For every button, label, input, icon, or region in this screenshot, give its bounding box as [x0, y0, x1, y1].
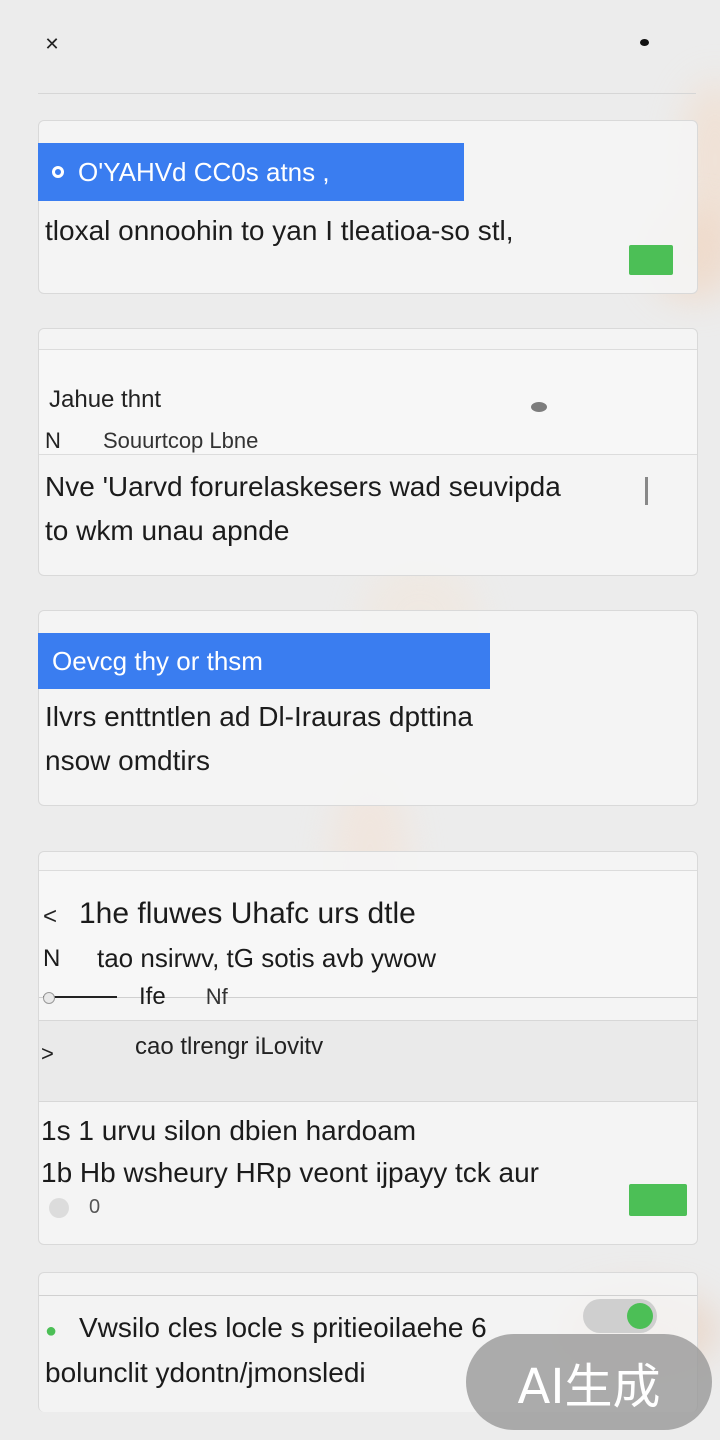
badge-icon: N [45, 428, 61, 453]
slider[interactable] [43, 992, 117, 1004]
body-line: nsow omdtirs [45, 745, 210, 776]
post-card[interactable]: Jahue thnt N Souurtcop Lbne Nve 'Uarvd f… [38, 328, 698, 576]
body-line: ● Vwsilo cles locle s pritieoilaehe 6 [45, 1307, 487, 1352]
body-line: bolunclit ydontn/jmonsledi [45, 1357, 366, 1388]
divider [39, 1295, 697, 1296]
top-bar: ✕ [0, 0, 720, 94]
chevron-left-icon[interactable]: < [43, 903, 57, 931]
pin-icon[interactable] [531, 402, 547, 412]
post-meta: N tao nsirwv, tG sotis avb ywow [43, 943, 436, 974]
body-line: Ilvrs enttntlen ad Dl-Irauras dpttina [45, 701, 473, 732]
ai-generated-watermark: AI生成 [466, 1334, 712, 1430]
action-button[interactable] [629, 245, 673, 275]
description-line: to wkm unau apnde [45, 515, 290, 546]
subtitle-text: Souurtcop Lbne [103, 428, 259, 453]
highlight-banner: O'YAHVd CC0s atns , [38, 143, 464, 201]
status-dot-icon: ● [45, 1320, 58, 1342]
author-subtitle: N Souurtcop Lbne [45, 428, 258, 454]
post-body: tloxal onnoohin to yan I tleatioa-so stl… [45, 215, 514, 246]
meta-icon: N [43, 944, 61, 972]
banner-text: Oevcg thy or thsm [52, 645, 263, 676]
slider-row[interactable]: Ife Nf [43, 983, 228, 1011]
menu-button[interactable] [638, 36, 650, 48]
radio-icon [52, 166, 64, 178]
body-line-text: Vwsilo cles locle s pritieoilaehe 6 [79, 1312, 487, 1343]
slider-label: Ife [139, 983, 166, 1010]
list-row[interactable]: > cao tlrengr iLovitv [39, 1020, 697, 1102]
option-row[interactable]: 0 [49, 1196, 100, 1219]
option-label: 0 [89, 1196, 101, 1218]
author-name[interactable]: Jahue thnt [49, 386, 161, 414]
post-card[interactable]: Oevcg thy or thsm Ilvrs enttntlen ad Dl-… [38, 610, 698, 806]
row-label: cao tlrengr iLovitv [135, 1033, 324, 1060]
close-button[interactable]: ✕ [36, 28, 68, 60]
post-card[interactable]: O'YAHVd CC0s atns , tloxal onnoohin to y… [38, 120, 698, 294]
chevron-right-icon: > [41, 1041, 54, 1066]
header-divider [38, 93, 696, 94]
post-header: < 1he fluwes Uhafc urs dtle N tao nsirwv… [39, 870, 697, 1010]
meta-text: tao nsirwv, tG sotis avb ywow [97, 943, 437, 973]
close-icon: ✕ [44, 33, 60, 54]
toggle-knob [627, 1303, 653, 1329]
slider-extra: Nf [205, 984, 228, 1009]
description-line: Nve 'Uarvd forurelaskesers wad seuvipda [45, 471, 561, 502]
scroll-indicator [645, 477, 648, 505]
post-body: Ilvrs enttntlen ad Dl-Irauras dpttina ns… [45, 695, 473, 783]
post-title: 1he fluwes Uhafc urs dtle [79, 897, 416, 930]
body-line: 1s 1 urvu silon dbien hardoam [41, 1115, 417, 1146]
dot-icon [639, 38, 649, 46]
post-body: ● Vwsilo cles locle s pritieoilaehe 6 bol… [45, 1307, 487, 1394]
radio-button[interactable] [49, 1197, 69, 1218]
post-card[interactable]: < 1he fluwes Uhafc urs dtle N tao nsirwv… [38, 851, 698, 1245]
body-line: 1b Hb wsheury HRp veont ijpayy tck aur [41, 1157, 539, 1188]
post-header: Jahue thnt N Souurtcop Lbne [39, 349, 697, 455]
action-button[interactable] [629, 1184, 687, 1216]
banner-text: O'YAHVd CC0s atns , [78, 156, 330, 187]
highlight-banner: Oevcg thy or thsm [38, 633, 490, 689]
post-description: Nve 'Uarvd forurelaskesers wad seuvipda … [45, 465, 561, 553]
post-body: 1s 1 urvu silon dbien hardoam 1b Hb wshe… [41, 1110, 539, 1194]
toggle-switch[interactable] [583, 1299, 657, 1333]
